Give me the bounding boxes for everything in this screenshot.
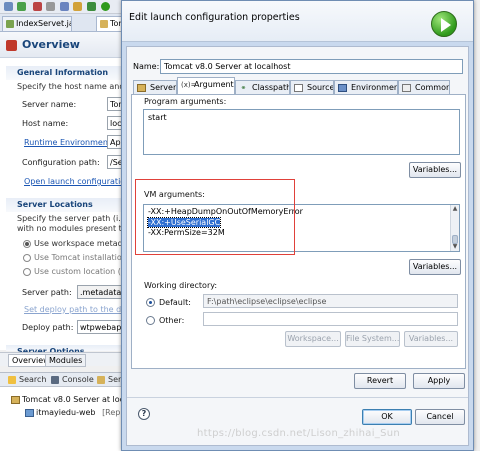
views-tab-bar: Search Console Serv xyxy=(0,373,126,387)
server-locations-title: Server Locations xyxy=(17,200,93,209)
arguments-tab-panel: Program arguments: start Variables... VM… xyxy=(131,94,466,369)
ok-button[interactable]: OK xyxy=(362,409,412,425)
tool-icon[interactable] xyxy=(73,2,82,11)
workspace-button[interactable]: Workspace... xyxy=(285,331,341,347)
configuration-path-label: Configuration path: xyxy=(22,158,100,167)
tab-environment[interactable]: Environment xyxy=(334,80,398,94)
scroll-up-icon[interactable]: ▲ xyxy=(452,206,458,212)
server-locations-desc: with no modules present to m xyxy=(17,224,138,233)
server-tree-item[interactable]: Tomcat v8.0 Server at local xyxy=(11,395,131,404)
tab-modules[interactable]: Modules xyxy=(45,354,87,367)
scroll-down-icon[interactable]: ▼ xyxy=(452,244,458,250)
module-tree-item[interactable]: itmayiedu-web [Repu xyxy=(25,408,125,417)
module-icon xyxy=(25,409,34,417)
console-icon xyxy=(51,376,59,384)
server-name-label: Server name: xyxy=(22,100,77,109)
tab-common[interactable]: Common xyxy=(398,80,450,94)
open-launch-configuration-link[interactable]: Open launch configuration xyxy=(24,177,130,186)
configuration-tabs: Server (x)= Arguments ⚭ Classpath Source… xyxy=(131,77,468,94)
default-directory-label: Default: xyxy=(159,298,191,307)
source-icon xyxy=(294,84,303,92)
default-directory-radio[interactable] xyxy=(146,298,155,307)
overview-header: Overview xyxy=(0,32,125,58)
editor-page-tabs: Overview Modules xyxy=(0,352,125,367)
tool-icon[interactable] xyxy=(87,2,96,11)
deploy-path-label: Deploy path: xyxy=(22,323,74,332)
tab-source[interactable]: Source xyxy=(290,80,334,94)
program-arguments-label: Program arguments: xyxy=(144,97,227,106)
dialog-body: Name: Tomcat v8.0 Server at localhost Se… xyxy=(126,46,469,446)
use-tomcat-installation-radio[interactable] xyxy=(23,254,31,262)
classpath-icon: ⚭ xyxy=(240,84,247,92)
revert-button[interactable]: Revert xyxy=(354,373,406,389)
server-path-field[interactable]: .metadata\.p xyxy=(77,285,127,299)
general-information-desc: Specify the host name and ot xyxy=(17,82,135,91)
views-panel: Search Console Serv Tomcat v8.0 Server a… xyxy=(0,372,131,451)
name-input[interactable]: Tomcat v8.0 Server at localhost xyxy=(160,59,463,74)
selected-text: -XX:+UseSerialGC xyxy=(146,216,222,228)
tab-arguments[interactable]: (x)= Arguments xyxy=(177,77,235,94)
ide-toolbar xyxy=(0,0,125,14)
vm-arguments-scrollbar[interactable]: ▲ ▼ xyxy=(450,205,459,251)
other-directory-label: Other: xyxy=(159,316,185,325)
server-icon xyxy=(11,396,20,404)
program-arguments-textarea[interactable]: start xyxy=(143,109,460,155)
arguments-icon: (x)= xyxy=(181,81,197,89)
debug-icon[interactable] xyxy=(4,2,13,11)
dialog-title: Edit launch configuration properties xyxy=(129,12,300,23)
tab-server[interactable]: Server xyxy=(133,80,177,94)
overview-icon xyxy=(6,40,17,51)
java-file-icon xyxy=(6,20,14,28)
dialog-divider xyxy=(127,397,468,398)
tool-icon[interactable] xyxy=(46,2,55,11)
other-directory-radio[interactable] xyxy=(146,316,155,325)
use-custom-location-radio[interactable] xyxy=(23,268,31,276)
other-directory-field[interactable] xyxy=(203,312,458,326)
tool-icon[interactable] xyxy=(60,2,69,11)
name-label: Name: xyxy=(133,62,160,71)
server-icon xyxy=(100,20,108,28)
editor-tab-bar: IndexServet.java Tomc xyxy=(0,14,126,32)
watermark: https://blog.csdn.net/Lison_zhihai_Sun xyxy=(197,428,401,439)
search-icon xyxy=(8,376,16,384)
editor-tab-indexservet[interactable]: IndexServet.java xyxy=(2,16,72,31)
vm-arguments-variables-button[interactable]: Variables... xyxy=(409,259,461,275)
program-arguments-value: start xyxy=(148,113,167,122)
general-information-title: General Information xyxy=(17,68,109,77)
server-path-label: Server path: xyxy=(22,288,72,297)
runtime-environment-link[interactable]: Runtime Environment: xyxy=(24,138,114,147)
overview-title: Overview xyxy=(22,38,80,51)
help-icon[interactable]: ? xyxy=(138,408,150,420)
tab-search[interactable]: Search xyxy=(8,375,46,384)
run-icon[interactable] xyxy=(101,2,110,11)
edit-launch-configuration-dialog: Edit launch configuration properties Nam… xyxy=(121,0,474,451)
tool-icon[interactable] xyxy=(33,2,42,11)
working-directory-label: Working directory: xyxy=(144,281,218,290)
apply-button[interactable]: Apply xyxy=(413,373,465,389)
deploy-path-field[interactable]: wtpwebapps xyxy=(77,320,127,334)
vm-argument-line: -XX:PermSize=32M xyxy=(148,228,225,237)
working-directory-variables-button[interactable]: Variables... xyxy=(404,331,458,347)
common-icon xyxy=(402,84,411,92)
vm-argument-line-selected: -XX:+UseSerialGC xyxy=(146,216,455,229)
cancel-button[interactable]: Cancel xyxy=(415,409,465,425)
file-system-button[interactable]: File System... xyxy=(345,331,400,347)
vm-arguments-label: VM arguments: xyxy=(144,190,205,199)
use-workspace-metadata-radio[interactable] xyxy=(23,240,31,248)
launch-play-icon xyxy=(431,11,457,37)
environment-icon xyxy=(338,84,347,92)
servers-icon xyxy=(97,376,105,384)
vm-argument-line: -XX:+HeapDumpOnOutOfMemoryError xyxy=(148,207,303,216)
tab-console[interactable]: Console xyxy=(51,375,94,384)
server-overview-editor: Overview General Information Specify the… xyxy=(0,32,141,352)
server-icon xyxy=(137,84,146,92)
dialog-title-bar: Edit launch configuration properties xyxy=(122,1,473,42)
host-name-label: Host name: xyxy=(22,119,69,128)
program-arguments-variables-button[interactable]: Variables... xyxy=(409,162,461,178)
default-directory-field: F:\path\eclipse\eclipse\eclipse xyxy=(203,294,458,308)
vm-arguments-textarea[interactable]: -XX:+HeapDumpOnOutOfMemoryError -XX:+Use… xyxy=(143,204,460,252)
refresh-icon[interactable] xyxy=(17,2,26,11)
server-locations-desc: Specify the server path (i.e. c xyxy=(17,214,136,223)
tab-classpath[interactable]: ⚭ Classpath xyxy=(235,80,290,94)
